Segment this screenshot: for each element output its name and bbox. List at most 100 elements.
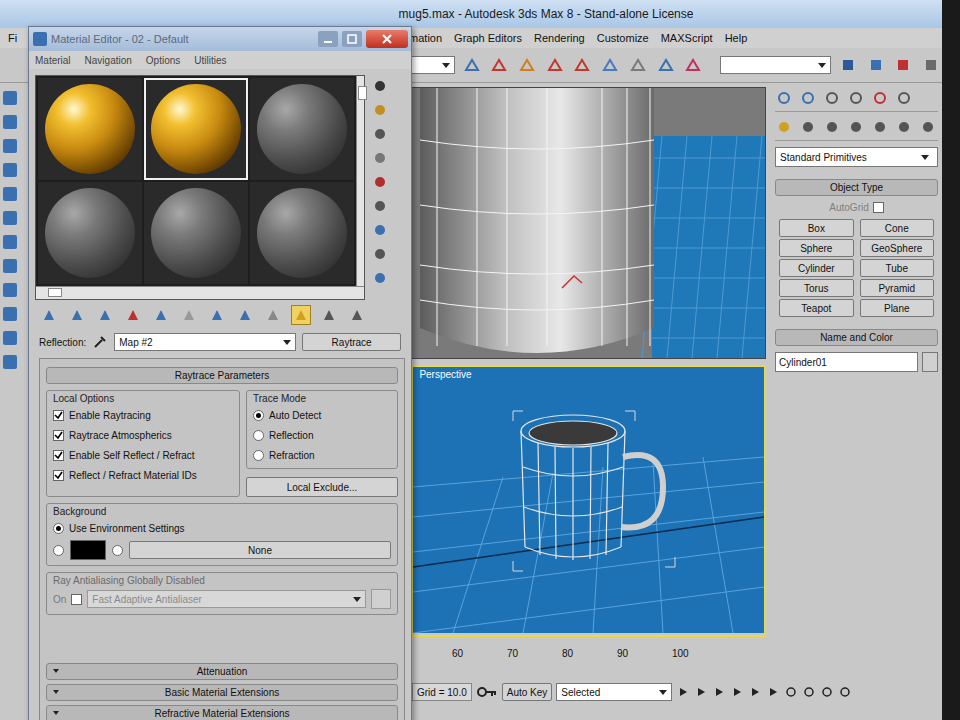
radio[interactable] — [253, 410, 264, 421]
tool-icon[interactable] — [3, 163, 17, 177]
antialiaser-settings-button[interactable] — [371, 589, 391, 609]
option-checkbox[interactable]: Enable Raytracing — [53, 406, 233, 424]
trace-mode-radio[interactable]: Refraction — [253, 446, 391, 464]
maximize-icon[interactable] — [342, 31, 362, 47]
menu-item[interactable]: Help — [725, 32, 748, 44]
primitive-button[interactable]: Box — [779, 219, 853, 237]
perspective-viewport[interactable]: Perspective — [411, 365, 766, 637]
primitive-button[interactable]: Plane — [860, 299, 934, 317]
checkbox[interactable] — [53, 410, 64, 421]
tool-icon[interactable] — [95, 305, 115, 325]
tool-icon[interactable] — [461, 54, 483, 76]
category-icon[interactable] — [775, 118, 793, 136]
sample-slot[interactable] — [250, 182, 354, 284]
tool-icon[interactable] — [39, 305, 59, 325]
panel-tab-icon[interactable] — [775, 89, 793, 107]
key-filter-dropdown[interactable]: Selected — [556, 683, 672, 701]
background-color-swatch[interactable] — [70, 540, 106, 560]
category-icon[interactable] — [799, 118, 817, 136]
menu-item[interactable]: MAXScript — [661, 32, 713, 44]
tool-icon[interactable] — [516, 54, 538, 76]
tool-icon[interactable] — [371, 77, 389, 95]
primitive-button[interactable]: Pyramid — [860, 279, 934, 297]
tool-icon[interactable] — [3, 139, 17, 153]
selection-filter-dropdown[interactable] — [409, 56, 454, 74]
tool-icon[interactable] — [263, 305, 283, 325]
collapsed-rollout[interactable]: Refractive Material Extensions — [46, 705, 398, 720]
tool-icon[interactable] — [599, 54, 621, 76]
tool-icon[interactable] — [3, 307, 17, 321]
tool-icon[interactable] — [371, 125, 389, 143]
tool-icon[interactable] — [3, 331, 17, 345]
trace-mode-radio[interactable]: Auto Detect — [253, 406, 391, 424]
horizontal-scrollbar[interactable] — [36, 286, 364, 299]
tool-icon[interactable] — [151, 305, 171, 325]
map-name-field[interactable]: Map #2 — [114, 333, 296, 351]
tool-icon[interactable] — [67, 305, 87, 325]
menu-item[interactable]: Utilities — [194, 55, 226, 66]
trace-mode-radio[interactable]: Reflection — [253, 426, 391, 444]
tool-icon[interactable] — [655, 54, 677, 76]
option-checkbox[interactable]: Reflect / Refract Material IDs — [53, 466, 233, 484]
vertical-scrollbar[interactable] — [356, 76, 364, 286]
category-dropdown[interactable]: Standard Primitives — [775, 147, 938, 167]
panel-tab-icon[interactable] — [871, 89, 889, 107]
tool-icon[interactable] — [235, 305, 255, 325]
checkbox[interactable] — [53, 430, 64, 441]
tool-icon[interactable] — [3, 115, 17, 129]
primitive-button[interactable]: GeoSphere — [860, 239, 934, 257]
menu-item[interactable]: Rendering — [534, 32, 585, 44]
tool-icon[interactable] — [319, 305, 339, 325]
playback-icon[interactable] — [766, 685, 780, 699]
category-icon[interactable] — [847, 118, 865, 136]
map-type-button[interactable]: Raytrace — [302, 333, 401, 351]
primitive-button[interactable]: Sphere — [779, 239, 853, 257]
collapsed-rollout[interactable]: Basic Material Extensions — [46, 684, 398, 701]
tool-icon[interactable] — [3, 355, 17, 369]
viewport-label[interactable]: Perspective — [419, 369, 471, 380]
background-radio[interactable]: Use Environment Settings — [53, 519, 391, 537]
tool-icon[interactable] — [371, 245, 389, 263]
menu-item[interactable]: Options — [146, 55, 180, 66]
tool-icon[interactable] — [291, 305, 311, 325]
radio[interactable] — [112, 545, 123, 556]
option-checkbox[interactable]: Raytrace Atmospherics — [53, 426, 233, 444]
tool-icon[interactable] — [207, 305, 227, 325]
navigation-icon[interactable] — [820, 685, 834, 699]
tool-icon[interactable] — [488, 54, 510, 76]
radio[interactable] — [53, 523, 64, 534]
tool-icon[interactable] — [3, 259, 17, 273]
playback-icon[interactable] — [712, 685, 726, 699]
background-map-button[interactable]: None — [129, 541, 391, 559]
named-selection-dropdown[interactable] — [720, 56, 831, 74]
menu-item[interactable]: Graph Editors — [454, 32, 522, 44]
radio[interactable] — [253, 450, 264, 461]
object-name-field[interactable]: Cylinder01 — [775, 352, 918, 372]
checkbox[interactable] — [71, 594, 82, 605]
tool-icon[interactable] — [3, 187, 17, 201]
tool-icon[interactable] — [371, 269, 389, 287]
tool-icon[interactable] — [123, 305, 143, 325]
primitive-button[interactable]: Torus — [779, 279, 853, 297]
playback-icon[interactable] — [730, 685, 744, 699]
autogrid-checkbox[interactable]: AutoGrid — [775, 202, 938, 213]
tool-icon[interactable] — [3, 211, 17, 225]
tool-icon[interactable] — [627, 54, 649, 76]
local-exclude-button[interactable]: Local Exclude... — [246, 477, 398, 497]
tool-icon[interactable] — [371, 197, 389, 215]
tool-icon[interactable] — [371, 221, 389, 239]
eyedropper-icon[interactable] — [92, 335, 108, 349]
option-checkbox[interactable]: Enable Self Reflect / Refract — [53, 446, 233, 464]
sample-slot[interactable] — [144, 78, 248, 180]
radio[interactable] — [253, 430, 264, 441]
sample-slot[interactable] — [250, 78, 354, 180]
panel-tab-icon[interactable] — [823, 89, 841, 107]
close-icon[interactable] — [366, 30, 408, 48]
tool-icon[interactable] — [371, 101, 389, 119]
navigation-icon[interactable] — [784, 685, 798, 699]
checkbox[interactable] — [873, 202, 884, 213]
panel-tab-icon[interactable] — [895, 89, 913, 107]
panel-tab-icon[interactable] — [799, 89, 817, 107]
checkbox[interactable] — [53, 470, 64, 481]
radio[interactable] — [53, 545, 64, 556]
